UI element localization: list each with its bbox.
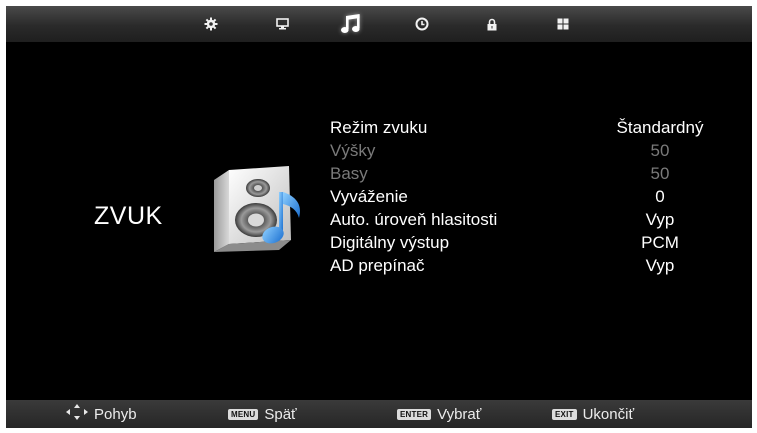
- hint-select: ENTER Vybrať: [397, 400, 481, 428]
- music-note-icon[interactable]: [332, 6, 372, 42]
- enter-key-icon: ENTER: [397, 408, 432, 420]
- hint-select-label: Vybrať: [437, 405, 482, 423]
- menu-item-label: Výšky: [330, 141, 376, 160]
- menu-item-label: Vyváženie: [330, 187, 408, 206]
- speaker-music-icon: [211, 166, 311, 256]
- menu-item-ad-switch[interactable]: AD prepínač Vyp: [330, 254, 750, 277]
- menu-item-value: 50: [650, 141, 670, 160]
- menu-item-auto-volume[interactable]: Auto. úroveň hlasitosti Vyp: [330, 208, 750, 231]
- menu-item-value: 50: [650, 164, 670, 183]
- footer-hint-bar: Pohyb MENU Späť ENTER Vybrať EXIT Ukonči…: [6, 400, 752, 428]
- lock-icon[interactable]: [472, 6, 512, 42]
- menu-item-digital-output[interactable]: Digitálny výstup PCM: [330, 231, 750, 254]
- menu-item-sound-mode[interactable]: Režim zvuku Štandardný: [330, 116, 750, 139]
- menu-item-label: AD prepínač: [330, 256, 425, 275]
- hint-exit-label: Ukončiť: [582, 405, 635, 423]
- menu-item-label: Režim zvuku: [330, 118, 428, 137]
- arrows-icon: [66, 404, 88, 424]
- sound-settings-menu: Režim zvuku Štandardný Výšky 50 Basy 50 …: [330, 116, 750, 277]
- hint-move-label: Pohyb: [94, 405, 137, 423]
- menu-item-value: Vyp: [645, 210, 675, 229]
- menu-item-value: PCM: [641, 233, 679, 252]
- menu-item-bass: Basy 50: [330, 162, 750, 185]
- menu-item-value: 0: [655, 187, 665, 206]
- exit-key-icon: EXIT: [552, 408, 577, 420]
- menu-item-label: Auto. úroveň hlasitosti: [330, 210, 498, 229]
- hint-exit: EXIT Ukončiť: [552, 400, 634, 428]
- clock-icon[interactable]: [402, 6, 442, 42]
- hint-back: MENU Späť: [228, 400, 297, 428]
- menu-item-balance[interactable]: Vyváženie 0: [330, 185, 750, 208]
- menu-item-treble: Výšky 50: [330, 139, 750, 162]
- tv-osd-screen: ZVUK Režim zvuku Štandardný Výšky 50 Bas…: [6, 6, 752, 428]
- top-menu-bar: [6, 6, 752, 42]
- menu-key-icon: MENU: [228, 408, 259, 420]
- apps-grid-icon[interactable]: [543, 6, 583, 42]
- page-title: ZVUK: [94, 202, 163, 230]
- gear-icon[interactable]: [191, 6, 231, 42]
- menu-item-label: Basy: [330, 164, 368, 183]
- hint-back-label: Späť: [264, 405, 297, 423]
- monitor-icon[interactable]: [262, 6, 302, 42]
- menu-item-value: Štandardný: [616, 118, 704, 137]
- menu-item-label: Digitálny výstup: [330, 233, 450, 252]
- hint-move: Pohyb: [66, 400, 137, 428]
- menu-item-value: Vyp: [645, 256, 675, 275]
